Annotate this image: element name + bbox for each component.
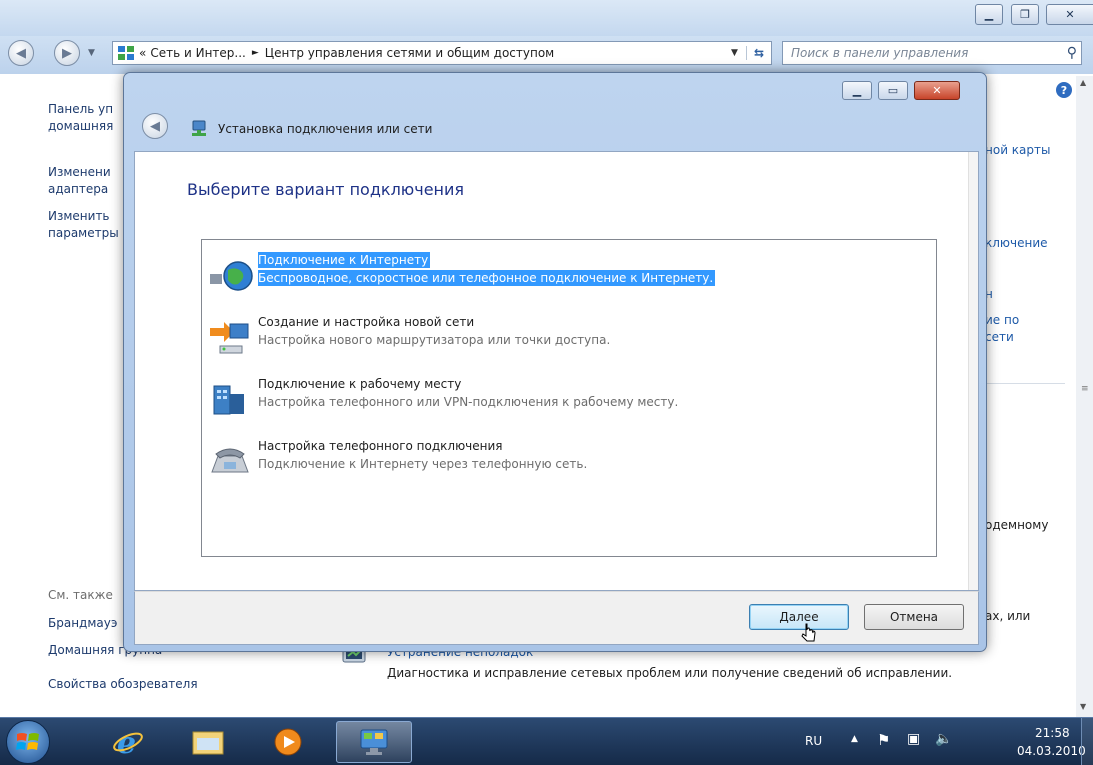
back-button[interactable]: ◀ xyxy=(8,40,34,66)
close-button[interactable]: ✕ xyxy=(1046,4,1093,25)
taskbar: e RU ▲ ⚑ ▣ 🔈 21:58 04.03.2010 xyxy=(0,717,1093,765)
language-indicator[interactable]: RU xyxy=(805,734,822,748)
connection-options-list[interactable]: Подключение к Интернету Беспроводное, ск… xyxy=(201,239,937,557)
close-icon: ✕ xyxy=(1065,8,1075,21)
troubleshoot-description: Диагностика и исправление сетевых пробле… xyxy=(387,666,953,680)
scroll-up-icon[interactable]: ▲ xyxy=(1080,78,1086,87)
vertical-scrollbar[interactable]: ▲ ≡ ▼ xyxy=(1076,76,1093,717)
control-panel-icon xyxy=(360,729,388,755)
wizard-back-button[interactable]: ◀ xyxy=(142,113,168,139)
start-button[interactable] xyxy=(6,720,50,764)
option-title: Создание и настройка новой сети xyxy=(258,315,475,329)
option-internet-connection[interactable]: Подключение к Интернету Беспроводное, ск… xyxy=(208,250,928,298)
minimize-button[interactable]: ▁ xyxy=(975,4,1003,25)
option-title: Настройка телефонного подключения xyxy=(258,439,503,453)
dialog-minimize-button[interactable]: ▁ xyxy=(842,81,872,100)
phone-modem-icon xyxy=(211,448,249,473)
option-subtitle: Настройка телефонного или VPN-подключени… xyxy=(258,395,679,409)
breadcrumb-separator[interactable]: ► xyxy=(252,48,259,58)
dialog-content: Выберите вариант подключения Подключение… xyxy=(134,151,979,591)
option-title: Подключение к Интернету xyxy=(258,252,431,268)
forward-arrow-icon: ▶ xyxy=(62,45,72,61)
breadcrumb-parent[interactable]: Сеть и Интер... xyxy=(150,46,246,60)
option-subtitle: Настройка нового маршрутизатора или точк… xyxy=(258,333,611,347)
network-status-icon[interactable]: ▣ xyxy=(907,731,920,747)
router-setup-icon xyxy=(210,322,249,354)
content-fragment-4[interactable]: ие по xyxy=(985,313,1019,327)
minimize-icon: ▁ xyxy=(852,84,862,97)
navigation-bar: ◀ ▶ ▼ « Сеть и Интер... ► Центр управлен… xyxy=(0,36,1093,74)
breadcrumb-current[interactable]: Центр управления сетями и общим доступом xyxy=(265,46,731,60)
workplace-icon xyxy=(213,385,244,415)
show-hidden-icons-icon[interactable]: ▲ xyxy=(851,734,858,744)
clock-time[interactable]: 21:58 xyxy=(1035,726,1070,740)
scroll-grip-icon[interactable]: ≡ xyxy=(1081,384,1089,394)
taskbar-media-player[interactable] xyxy=(258,721,318,763)
media-player-icon xyxy=(274,728,302,756)
folder-icon xyxy=(192,731,224,755)
volume-icon[interactable]: 🔈 xyxy=(935,731,952,747)
option-subtitle: Подключение к Интернету через телефонную… xyxy=(258,457,588,471)
help-icon[interactable]: ? xyxy=(1056,82,1072,98)
scroll-down-icon[interactable]: ▼ xyxy=(1080,702,1086,711)
taskbar-windows-explorer[interactable] xyxy=(178,721,238,763)
show-desktop-button[interactable] xyxy=(1081,718,1093,765)
option-title: Подключение к рабочему месту xyxy=(258,377,462,391)
restore-icon: ❐ xyxy=(1020,8,1030,21)
search-box[interactable]: Поиск в панели управления ⚲ xyxy=(782,41,1082,65)
cancel-button[interactable]: Отмена xyxy=(864,604,964,630)
back-arrow-icon: ◀ xyxy=(16,45,26,61)
close-icon: ✕ xyxy=(932,84,942,97)
minimize-icon: ▁ xyxy=(984,8,994,21)
dialog-footer: Далее Отмена xyxy=(134,591,979,645)
search-icon[interactable]: ⚲ xyxy=(1067,45,1081,61)
forward-button[interactable]: ▶ xyxy=(54,40,80,66)
dialog-maximize-button[interactable]: ▭ xyxy=(878,81,908,100)
svg-text:e: e xyxy=(117,726,136,758)
content-fragment-6: одемному xyxy=(985,518,1049,532)
content-fragment-1[interactable]: ной карты xyxy=(985,143,1050,157)
option-subtitle: Беспроводное, скоростное или телефонное … xyxy=(258,270,716,286)
windows-logo-icon xyxy=(16,733,39,750)
taskbar-control-panel[interactable] xyxy=(336,721,412,763)
search-input[interactable]: Поиск в панели управления xyxy=(783,46,1067,60)
option-workplace[interactable]: Подключение к рабочему месту Настройка т… xyxy=(208,374,928,422)
dialog-header: ▁ ▭ ✕ ◀ Установка подключения или сети xyxy=(124,73,986,151)
internet-explorer-icon: e xyxy=(113,726,143,758)
dialog-content-scrollbar[interactable] xyxy=(968,152,978,590)
network-center-icon xyxy=(118,46,134,60)
see-also-internet-options[interactable]: Свойства обозревателя xyxy=(48,675,278,693)
explorer-title-bar: ▁ ❐ ✕ xyxy=(0,0,1093,36)
mouse-cursor-icon xyxy=(801,623,816,642)
refresh-icon[interactable]: ⇆ xyxy=(745,46,771,60)
content-divider xyxy=(985,383,1065,384)
restore-button[interactable]: ❐ xyxy=(1011,4,1039,25)
recent-pages-dropdown-icon[interactable]: ▼ xyxy=(88,48,95,58)
connection-wizard-dialog: ▁ ▭ ✕ ◀ Установка подключения или сети В… xyxy=(123,72,987,652)
option-new-network[interactable]: Создание и настройка новой сети Настройк… xyxy=(208,312,928,360)
action-center-flag-icon[interactable]: ⚑ xyxy=(877,731,890,749)
back-arrow-icon: ◀ xyxy=(150,118,160,134)
globe-network-icon xyxy=(210,261,253,291)
content-fragment-2[interactable]: ключение xyxy=(985,236,1048,250)
network-setup-icon xyxy=(192,120,206,136)
address-bar[interactable]: « Сеть и Интер... ► Центр управления сет… xyxy=(112,41,772,65)
breadcrumb-prefix[interactable]: « xyxy=(139,46,146,60)
address-dropdown-icon[interactable]: ▼ xyxy=(731,48,738,58)
option-dialup[interactable]: Настройка телефонного подключения Подклю… xyxy=(208,436,928,484)
content-fragment-5[interactable]: сети xyxy=(985,330,1014,344)
dialog-heading: Выберите вариант подключения xyxy=(187,180,465,199)
content-fragment-7: ах, или xyxy=(985,609,1031,623)
system-tray: RU ▲ ⚑ ▣ 🔈 21:58 04.03.2010 xyxy=(773,718,1093,765)
dialog-close-button[interactable]: ✕ xyxy=(914,81,960,100)
clock-date[interactable]: 04.03.2010 xyxy=(1017,744,1086,758)
dialog-title: Установка подключения или сети xyxy=(218,122,433,136)
maximize-icon: ▭ xyxy=(887,84,899,97)
taskbar-internet-explorer[interactable]: e xyxy=(98,721,158,763)
next-button[interactable]: Далее xyxy=(749,604,849,630)
